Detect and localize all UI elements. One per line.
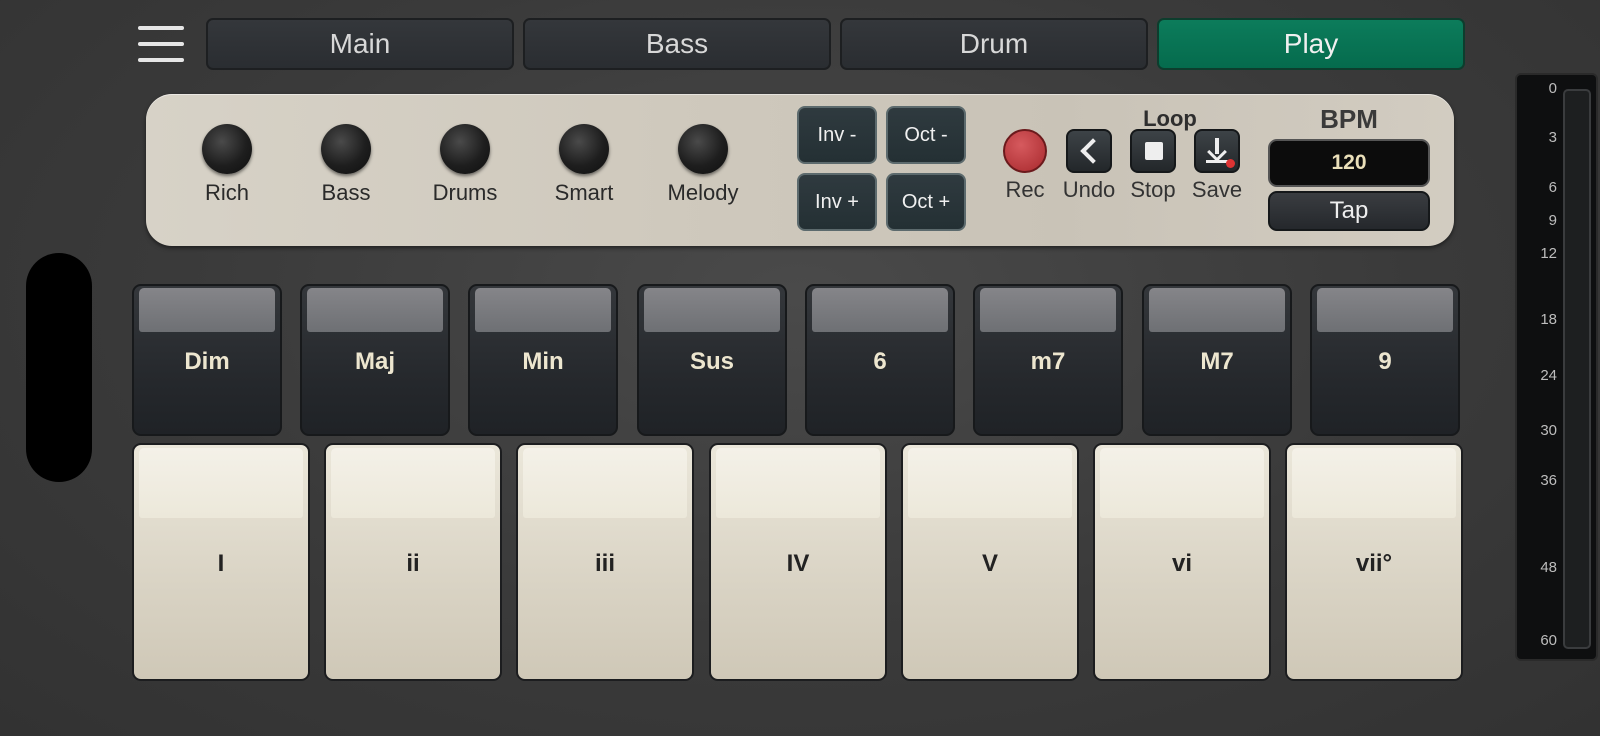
meter-tick: 6 <box>1548 179 1557 196</box>
degree-pad-7[interactable]: vii° <box>1285 443 1463 681</box>
menu-icon[interactable] <box>138 24 184 64</box>
tab-drum[interactable]: Drum <box>840 18 1148 70</box>
record-icon[interactable] <box>1003 129 1047 173</box>
stop-button[interactable]: Stop <box>1117 129 1189 203</box>
tab-main[interactable]: Main <box>206 18 514 70</box>
chord-type-9[interactable]: 9 <box>1310 284 1460 436</box>
tap-button[interactable]: Tap <box>1268 191 1430 231</box>
level-meter-track <box>1563 89 1591 649</box>
octave-minus-button[interactable]: Oct - <box>886 106 966 164</box>
chord-type-label: m7 <box>1030 348 1066 375</box>
chord-type-dim[interactable]: Dim <box>132 284 282 436</box>
meter-tick: 24 <box>1540 367 1557 384</box>
melody-knob[interactable] <box>678 124 728 174</box>
chord-type-label: Dim <box>184 348 230 375</box>
side-handle[interactable] <box>26 253 92 482</box>
chord-type-label: Min <box>522 348 564 375</box>
meter-tick: 9 <box>1548 212 1557 229</box>
bpm-value[interactable]: 120 <box>1268 139 1430 187</box>
control-panel: Rich Bass Drums Smart Melody Inv - Oct -… <box>146 94 1454 246</box>
inversion-minus-button[interactable]: Inv - <box>797 106 877 164</box>
knob-rich[interactable]: Rich <box>172 124 282 206</box>
degree-label: iii <box>594 550 615 577</box>
meter-tick: 36 <box>1540 472 1557 489</box>
chord-type-label: 6 <box>873 348 887 375</box>
bass-knob[interactable] <box>321 124 371 174</box>
knob-smart[interactable]: Smart <box>529 124 639 206</box>
degree-pad-5[interactable]: V <box>901 443 1079 681</box>
level-meter: 0 3 6 9 12 18 24 30 36 48 60 <box>1515 73 1598 661</box>
smart-knob[interactable] <box>559 124 609 174</box>
chord-type-min[interactable]: Min <box>468 284 618 436</box>
download-icon[interactable] <box>1194 129 1240 173</box>
save-label: Save <box>1191 177 1243 202</box>
undo-button[interactable]: Undo <box>1053 129 1125 203</box>
save-button[interactable]: Save <box>1181 129 1253 203</box>
chord-type-sus[interactable]: Sus <box>637 284 787 436</box>
degree-label: V <box>981 550 998 577</box>
knob-label: Smart <box>554 180 614 205</box>
degree-label: I <box>217 550 225 577</box>
drums-knob[interactable] <box>440 124 490 174</box>
meter-tick: 3 <box>1548 129 1557 146</box>
tab-bass[interactable]: Bass <box>523 18 831 70</box>
degree-pad-4[interactable]: IV <box>709 443 887 681</box>
knob-drums[interactable]: Drums <box>410 124 520 206</box>
undo-icon[interactable] <box>1066 129 1112 173</box>
inversion-plus-button[interactable]: Inv + <box>797 173 877 231</box>
chord-type-6[interactable]: 6 <box>805 284 955 436</box>
chord-type-maj7[interactable]: M7 <box>1142 284 1292 436</box>
rich-knob[interactable] <box>202 124 252 174</box>
bpm-title: BPM <box>1320 104 1378 134</box>
rec-button[interactable]: Rec <box>989 129 1061 203</box>
stop-icon[interactable] <box>1130 129 1176 173</box>
meter-tick: 18 <box>1540 311 1557 328</box>
chord-type-maj[interactable]: Maj <box>300 284 450 436</box>
tab-play[interactable]: Play <box>1157 18 1465 70</box>
degree-label: vi <box>1171 550 1192 577</box>
undo-label: Undo <box>1062 177 1116 202</box>
knob-label: Rich <box>204 180 249 205</box>
meter-tick: 12 <box>1540 245 1557 262</box>
knob-label: Melody <box>667 180 739 205</box>
degree-pad-1[interactable]: I <box>132 443 310 681</box>
chord-type-label: 9 <box>1378 348 1392 375</box>
chord-type-label: Sus <box>689 348 734 375</box>
knob-label: Drums <box>432 180 498 205</box>
rec-label: Rec <box>1005 177 1045 202</box>
meter-tick: 30 <box>1540 422 1557 439</box>
degree-pad-3[interactable]: iii <box>516 443 694 681</box>
meter-tick: 48 <box>1540 559 1557 576</box>
degree-pad-6[interactable]: vi <box>1093 443 1271 681</box>
degree-label: vii° <box>1355 550 1393 577</box>
knob-bass[interactable]: Bass <box>291 124 401 206</box>
degree-label: ii <box>406 550 420 577</box>
knob-melody[interactable]: Melody <box>648 124 758 206</box>
chord-type-label: M7 <box>1200 348 1234 375</box>
stop-label: Stop <box>1130 177 1176 202</box>
degree-label: IV <box>786 550 810 577</box>
degree-pad-2[interactable]: ii <box>324 443 502 681</box>
chord-type-label: Maj <box>354 348 395 375</box>
meter-tick: 60 <box>1540 632 1557 649</box>
meter-tick: 0 <box>1548 80 1557 97</box>
chord-type-m7[interactable]: m7 <box>973 284 1123 436</box>
knob-label: Bass <box>321 180 371 205</box>
octave-plus-button[interactable]: Oct + <box>886 173 966 231</box>
